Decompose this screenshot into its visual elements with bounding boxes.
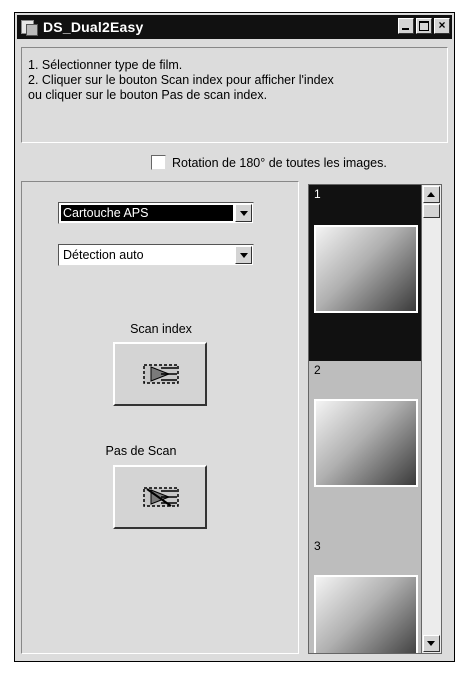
thumbnail-number: 1 xyxy=(314,187,321,201)
scroll-thumb[interactable] xyxy=(423,204,440,218)
no-scan-icon xyxy=(143,487,179,507)
thumbnail-item[interactable]: 1 xyxy=(309,185,421,361)
rotation-option[interactable]: Rotation de 180° de toutes les images. xyxy=(151,155,387,170)
title-bar[interactable]: DS_Dual2Easy × xyxy=(17,15,452,39)
instruction-line-1: 1. Sélectionner type de film. xyxy=(28,58,183,72)
main-window: DS_Dual2Easy × 1. Sélectionner type de f… xyxy=(14,12,455,662)
thumbnail-image[interactable] xyxy=(314,575,418,653)
scroll-down-button[interactable] xyxy=(423,635,440,652)
scan-index-icon xyxy=(143,364,179,384)
rotation-label: Rotation de 180° de toutes les images. xyxy=(172,155,387,170)
film-type-select[interactable]: Cartouche APS xyxy=(58,202,254,224)
thumbnail-number: 2 xyxy=(314,363,321,377)
scan-index-label: Scan index xyxy=(130,322,192,336)
instruction-line-2: 2. Cliquer sur le bouton Scan index pour… xyxy=(28,73,334,87)
film-type-value: Cartouche APS xyxy=(61,205,233,221)
no-scan-label: Pas de Scan xyxy=(105,444,177,458)
thumbnail-item[interactable]: 3 xyxy=(309,537,421,653)
chevron-down-icon[interactable] xyxy=(235,204,252,222)
detection-value: Détection auto xyxy=(63,248,144,262)
thumbnail-number: 3 xyxy=(314,539,321,553)
chevron-down-icon[interactable] xyxy=(235,246,252,264)
minimize-button[interactable] xyxy=(398,18,414,34)
scan-controls-panel: Cartouche APS Détection auto Scan index … xyxy=(21,181,299,654)
no-scan-button[interactable] xyxy=(113,465,207,529)
instructions-panel: 1. Sélectionner type de film. 2. Cliquer… xyxy=(21,47,448,143)
film-scanner-icon[interactable] xyxy=(20,18,38,36)
thumbnail-list[interactable]: 1 2 3 xyxy=(308,184,422,654)
window-title: DS_Dual2Easy xyxy=(43,19,144,35)
instruction-line-3: ou cliquer sur le bouton Pas de scan ind… xyxy=(28,88,268,102)
thumbnail-image[interactable] xyxy=(314,399,418,487)
close-button[interactable]: × xyxy=(434,18,450,34)
thumbnail-item[interactable]: 2 xyxy=(309,361,421,537)
scan-index-button[interactable] xyxy=(113,342,207,406)
thumbnail-image[interactable] xyxy=(314,225,418,313)
scroll-up-button[interactable] xyxy=(423,186,440,203)
maximize-button[interactable] xyxy=(416,18,432,34)
detection-select[interactable]: Détection auto xyxy=(58,244,254,266)
rotation-checkbox[interactable] xyxy=(151,155,166,170)
thumbnail-scrollbar[interactable] xyxy=(422,184,442,654)
